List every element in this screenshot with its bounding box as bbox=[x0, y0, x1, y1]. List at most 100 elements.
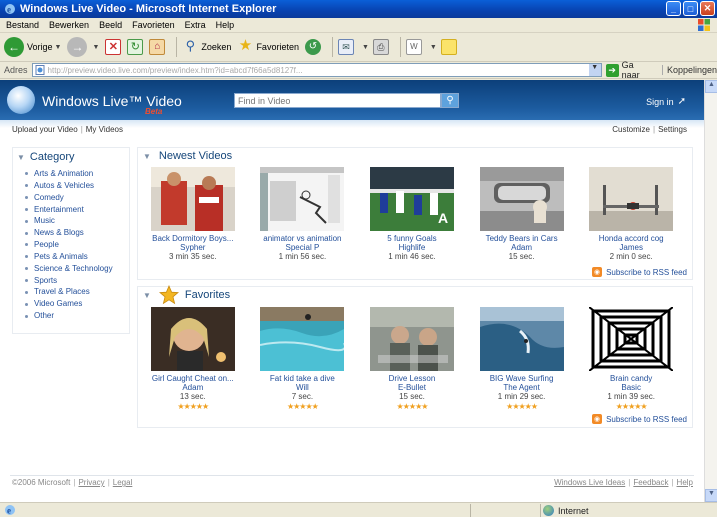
back-button[interactable]: ← Vorige ▼ bbox=[4, 37, 61, 57]
chevron-down-icon[interactable]: ▼ bbox=[55, 44, 62, 51]
video-user[interactable]: Highlife bbox=[399, 243, 426, 252]
video-user[interactable]: Adam bbox=[511, 243, 532, 252]
video-title[interactable]: Brain candy bbox=[610, 374, 652, 383]
close-button[interactable]: ✕ bbox=[700, 1, 715, 16]
video-title[interactable]: animator vs animation bbox=[263, 234, 341, 243]
video-title[interactable]: Honda accord cog bbox=[599, 234, 664, 243]
video-thumbnail[interactable] bbox=[479, 167, 564, 231]
vertical-scrollbar[interactable]: ▲ ▼ bbox=[704, 80, 717, 502]
video-user[interactable]: Adam bbox=[182, 383, 203, 392]
video-card[interactable]: A 5 funny Goals Highlife 1 min 46 sec. bbox=[357, 167, 467, 262]
video-card[interactable]: Fat kid take a dive Will 7 sec. ★★★★★ bbox=[248, 307, 358, 411]
forward-button[interactable]: → ▼ bbox=[67, 37, 99, 57]
refresh-icon[interactable]: ↻ bbox=[127, 39, 144, 55]
video-title[interactable]: 5 funny Goals bbox=[387, 234, 436, 243]
menu-favorieten[interactable]: Favorieten bbox=[132, 20, 175, 30]
video-thumbnail[interactable]: A bbox=[369, 167, 454, 231]
favorites-rss-link[interactable]: ◉ Subscribe to RSS feed bbox=[592, 414, 687, 424]
history-icon[interactable]: ↺ bbox=[304, 39, 321, 55]
video-thumbnail[interactable] bbox=[150, 307, 235, 371]
category-item[interactable]: Video Games bbox=[25, 298, 129, 310]
chevron-down-icon[interactable]: ▼ bbox=[143, 152, 151, 161]
video-card[interactable]: BIG Wave Surfing The Agent 1 min 29 sec.… bbox=[467, 307, 577, 411]
video-thumbnail[interactable] bbox=[260, 167, 345, 231]
video-thumbnail[interactable] bbox=[150, 167, 235, 231]
video-thumbnail[interactable] bbox=[260, 307, 345, 371]
links-button[interactable]: Koppelingen bbox=[661, 65, 717, 75]
video-user[interactable]: James bbox=[619, 243, 643, 252]
chevron-down-icon[interactable]: ▼ bbox=[92, 44, 99, 51]
privacy-link[interactable]: Privacy bbox=[78, 478, 104, 487]
video-thumbnail[interactable] bbox=[589, 167, 674, 231]
signin-button[interactable]: Sign in ➚ bbox=[646, 96, 686, 107]
category-item[interactable]: Other bbox=[25, 310, 129, 322]
windows-live-ideas-link[interactable]: Windows Live Ideas bbox=[554, 478, 625, 487]
chevron-down-icon[interactable]: ▼ bbox=[430, 44, 437, 51]
category-item[interactable]: Music bbox=[25, 215, 129, 227]
chevron-down-icon[interactable]: ▼ bbox=[143, 291, 151, 300]
upload-video-link[interactable]: Upload your Video bbox=[12, 125, 78, 134]
chevron-down-icon[interactable]: ▼ bbox=[588, 64, 601, 76]
help-link[interactable]: Help bbox=[677, 478, 693, 487]
video-thumbnail[interactable] bbox=[589, 307, 674, 371]
chevron-down-icon[interactable]: ▼ bbox=[362, 44, 369, 51]
go-button[interactable]: ➔ Ga naar bbox=[605, 60, 654, 80]
scroll-down-icon[interactable]: ▼ bbox=[705, 489, 717, 502]
minimize-button[interactable]: _ bbox=[666, 1, 681, 16]
newest-videos-header[interactable]: ▼ Newest Videos bbox=[143, 148, 692, 164]
edit-word-icon[interactable]: W bbox=[405, 39, 422, 55]
category-item[interactable]: Sports bbox=[25, 275, 129, 287]
menu-beeld[interactable]: Beeld bbox=[99, 20, 122, 30]
category-item[interactable]: News & Blogs bbox=[25, 227, 129, 239]
video-card[interactable]: Girl Caught Cheat on... Adam 13 sec. ★★★… bbox=[138, 307, 248, 411]
search-submit-button[interactable]: ⚲ bbox=[441, 93, 459, 108]
address-url[interactable]: http://preview.video.live.com/preview/in… bbox=[48, 66, 303, 75]
category-item[interactable]: Pets & Animals bbox=[25, 251, 129, 263]
address-field[interactable]: http://preview.video.live.com/preview/in… bbox=[31, 63, 602, 77]
menu-help[interactable]: Help bbox=[216, 20, 235, 30]
video-card[interactable]: Teddy Bears in Cars Adam 15 sec. bbox=[467, 167, 577, 262]
feedback-link[interactable]: Feedback bbox=[633, 478, 668, 487]
video-card[interactable]: Honda accord cog James 2 min 0 sec. bbox=[576, 167, 686, 262]
video-thumbnail[interactable] bbox=[479, 307, 564, 371]
video-user[interactable]: The Agent bbox=[503, 383, 539, 392]
video-user[interactable]: E-Bullet bbox=[398, 383, 426, 392]
my-videos-link[interactable]: My Videos bbox=[86, 125, 123, 134]
menu-bestand[interactable]: Bestand bbox=[6, 20, 39, 30]
category-item[interactable]: Arts & Animation bbox=[25, 168, 129, 180]
video-user[interactable]: Will bbox=[296, 383, 309, 392]
favorites-header[interactable]: ▼ Favorites bbox=[143, 285, 692, 305]
category-item[interactable]: Entertainment bbox=[25, 204, 129, 216]
print-icon[interactable]: ⎙ bbox=[372, 39, 389, 55]
video-user[interactable]: Sypher bbox=[180, 243, 205, 252]
video-title[interactable]: Girl Caught Cheat on... bbox=[152, 374, 234, 383]
favorites-button[interactable]: ★ Favorieten bbox=[237, 38, 299, 55]
search-input[interactable] bbox=[234, 93, 441, 108]
video-card[interactable]: Back Dormitory Boys... Sypher 3 min 35 s… bbox=[138, 167, 248, 262]
category-item[interactable]: Comedy bbox=[25, 192, 129, 204]
stop-icon[interactable]: ✕ bbox=[105, 39, 122, 55]
settings-link[interactable]: Settings bbox=[658, 125, 687, 134]
maximize-button[interactable]: □ bbox=[683, 1, 698, 16]
category-item[interactable]: Science & Technology bbox=[25, 263, 129, 275]
menu-bewerken[interactable]: Bewerken bbox=[49, 20, 89, 30]
category-header[interactable]: ▼ Category bbox=[17, 151, 129, 163]
search-button[interactable]: ⚲ Zoeken bbox=[182, 39, 232, 55]
category-item[interactable]: People bbox=[25, 239, 129, 251]
video-user[interactable]: Basic bbox=[621, 383, 641, 392]
chevron-down-icon[interactable]: ▼ bbox=[17, 153, 25, 162]
customize-link[interactable]: Customize bbox=[612, 125, 650, 134]
category-item[interactable]: Autos & Vehicles bbox=[25, 180, 129, 192]
video-card[interactable]: Brain candy Basic 1 min 39 sec. ★★★★★ bbox=[576, 307, 686, 411]
newest-rss-link[interactable]: ◉ Subscribe to RSS feed bbox=[592, 267, 687, 277]
category-item[interactable]: Travel & Places bbox=[25, 286, 129, 298]
windows-live-logo-icon[interactable] bbox=[7, 86, 35, 114]
legal-link[interactable]: Legal bbox=[113, 478, 133, 487]
notes-icon[interactable] bbox=[440, 39, 457, 55]
video-user[interactable]: Special P bbox=[285, 243, 319, 252]
video-title[interactable]: Back Dormitory Boys... bbox=[152, 234, 233, 243]
menu-extra[interactable]: Extra bbox=[185, 20, 206, 30]
video-title[interactable]: Fat kid take a dive bbox=[270, 374, 335, 383]
video-title[interactable]: Drive Lesson bbox=[389, 374, 436, 383]
video-card[interactable]: Drive Lesson E-Bullet 15 sec. ★★★★★ bbox=[357, 307, 467, 411]
